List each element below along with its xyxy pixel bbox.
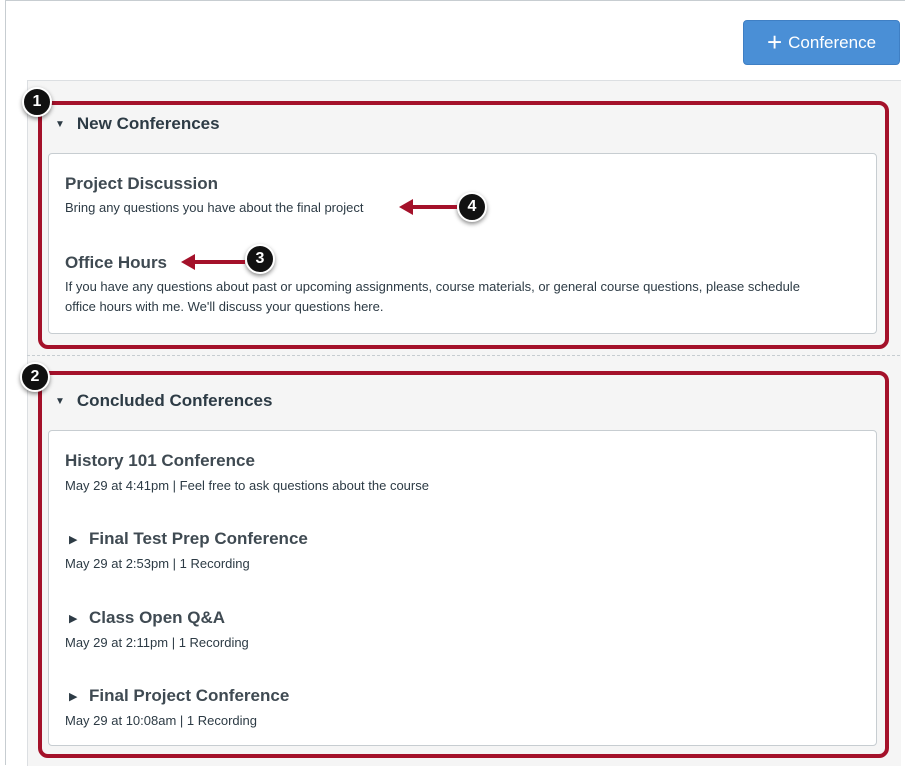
annotation-badge-3: 3 — [245, 244, 275, 274]
section-divider — [27, 355, 900, 356]
conference-meta: May 29 at 2:53pm | 1 Recording — [65, 556, 250, 571]
conference-title-class-open-qa[interactable]: Class Open Q&A — [89, 608, 225, 628]
new-conferences-toggle[interactable]: ▼ New Conferences — [55, 114, 220, 134]
caret-down-icon: ▼ — [55, 118, 65, 130]
conference-meta: May 29 at 10:08am | 1 Recording — [65, 713, 257, 728]
conference-description: Bring any questions you have about the f… — [65, 200, 364, 215]
caret-right-icon[interactable]: ▶ — [69, 612, 77, 625]
new-conferences-card: Project Discussion Bring any questions y… — [48, 153, 877, 334]
conference-meta: May 29 at 4:41pm | Feel free to ask ques… — [65, 478, 429, 493]
frame-left-border — [5, 0, 6, 765]
annotation-badge-4: 4 — [457, 192, 487, 222]
plus-icon: + — [766, 26, 783, 57]
new-conferences-heading: New Conferences — [76, 114, 220, 133]
conference-title-history-101[interactable]: History 101 Conference — [65, 451, 255, 471]
annotation-arrow-4 — [399, 199, 457, 215]
conference-description: If you have any questions about past or … — [65, 279, 800, 314]
caret-down-icon: ▼ — [55, 395, 65, 407]
caret-right-icon[interactable]: ▶ — [69, 690, 77, 703]
concluded-conferences-heading: Concluded Conferences — [76, 391, 273, 410]
frame-top-border — [5, 0, 905, 1]
annotation-badge-1: 1 — [22, 87, 52, 117]
annotation-badge-2: 2 — [20, 362, 50, 392]
add-conference-button[interactable]: + Conference — [743, 20, 900, 65]
conference-title-final-test-prep[interactable]: Final Test Prep Conference — [89, 529, 308, 549]
caret-right-icon[interactable]: ▶ — [69, 533, 77, 546]
annotation-arrow-3 — [181, 254, 245, 270]
concluded-conferences-card: History 101 Conference May 29 at 4:41pm … — [48, 430, 877, 746]
conference-title-project-discussion[interactable]: Project Discussion — [65, 174, 218, 194]
conference-meta: May 29 at 2:11pm | 1 Recording — [65, 635, 249, 650]
conference-title-final-project[interactable]: Final Project Conference — [89, 686, 289, 706]
concluded-conferences-toggle[interactable]: ▼ Concluded Conferences — [55, 391, 272, 411]
conference-title-office-hours[interactable]: Office Hours — [65, 253, 167, 273]
add-conference-label: Conference — [788, 32, 877, 52]
